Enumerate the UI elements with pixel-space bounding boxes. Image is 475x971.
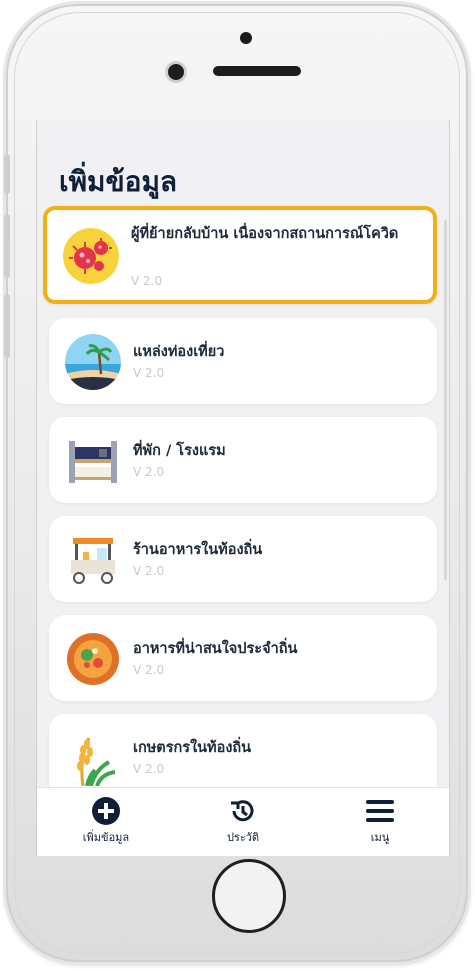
- item-title: อาหารที่น่าสนใจประจำถิ่น: [133, 641, 298, 657]
- nav-label: ประวัติ: [226, 831, 260, 844]
- food-cart-icon: [65, 532, 121, 588]
- item-title: ร้านอาหารในท้องถิ่น: [133, 542, 263, 558]
- item-version: V 2.0: [133, 564, 165, 578]
- virus-icon: [63, 228, 119, 284]
- list-item-accommodation[interactable]: ที่พัก / โรงแรม V 2.0: [49, 417, 437, 503]
- earpiece-speaker: [213, 66, 301, 76]
- bottom-navigation: เพิ่มข้อมูล ประวัติ เมนู: [37, 787, 449, 856]
- item-version: V 2.0: [131, 274, 163, 288]
- scrollbar[interactable]: [444, 220, 447, 580]
- history-icon: [188, 796, 298, 826]
- silent-switch: [4, 154, 10, 194]
- list-item-covid-returnee[interactable]: ผู้ที่ย้ายกลับบ้าน เนื่องจากสถานการณ์โคว…: [43, 206, 437, 304]
- item-title: เกษตรกรในท้องถิ่น: [133, 740, 252, 756]
- list-item-local-restaurant[interactable]: ร้านอาหารในท้องถิ่น V 2.0: [49, 516, 437, 602]
- local-dish-icon: [65, 631, 121, 687]
- item-title: ที่พัก / โรงแรม: [133, 443, 226, 459]
- bed-icon: [65, 433, 121, 489]
- item-version: V 2.0: [133, 366, 165, 380]
- nav-add-data[interactable]: เพิ่มข้อมูล: [51, 796, 161, 846]
- add-circle-icon: [51, 796, 161, 826]
- nav-menu[interactable]: เมนู: [325, 796, 435, 846]
- rice-plant-icon: [65, 730, 121, 786]
- front-camera: [168, 64, 184, 80]
- beach-icon: [65, 334, 121, 390]
- volume-up-button: [4, 214, 10, 278]
- list-item-local-dish[interactable]: อาหารที่น่าสนใจประจำถิ่น V 2.0: [49, 615, 437, 701]
- volume-down-button: [4, 294, 10, 358]
- page-title: เพิ่มข้อมูล: [59, 165, 178, 198]
- menu-icon: [325, 796, 435, 826]
- item-version: V 2.0: [133, 465, 165, 479]
- nav-label: เพิ่มข้อมูล: [82, 831, 130, 844]
- nav-history[interactable]: ประวัติ: [188, 796, 298, 846]
- item-title: แหล่งท่องเที่ยว: [133, 344, 225, 360]
- item-version: V 2.0: [133, 762, 165, 776]
- front-sensor: [240, 32, 252, 44]
- app-screen: เพิ่มข้อมูล ผู้ที่ย้ายกลับบ้าน เนื่องจาก…: [36, 120, 450, 856]
- item-title: ผู้ที่ย้ายกลับบ้าน เนื่องจากสถานการณ์โคว…: [131, 226, 399, 242]
- nav-label: เมนู: [370, 831, 390, 844]
- item-version: V 2.0: [133, 663, 165, 677]
- list-item-tourist-attraction[interactable]: แหล่งท่องเที่ยว V 2.0: [49, 318, 437, 404]
- home-button[interactable]: [212, 859, 286, 933]
